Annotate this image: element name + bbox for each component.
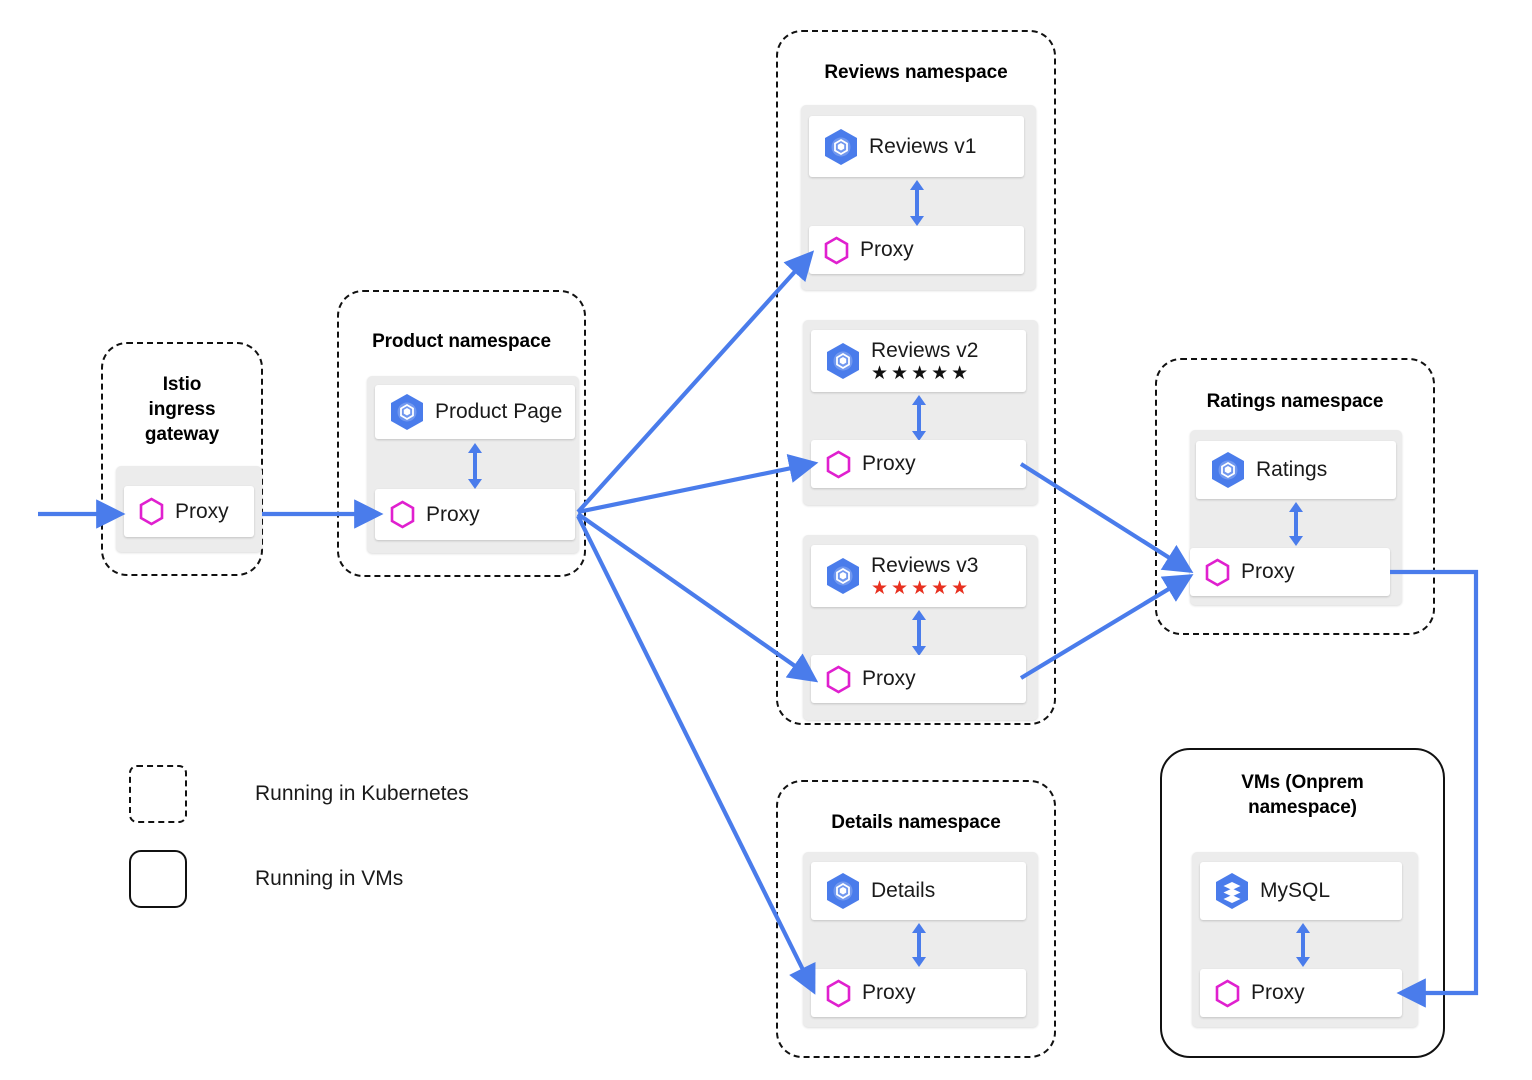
container-mysql[interactable]: MySQL (1200, 862, 1402, 920)
diagram-canvas: Istio ingress gateway Proxy Product name… (0, 0, 1532, 1080)
container-label: Proxy (175, 499, 229, 523)
proxy-hexagon-icon (824, 236, 849, 264)
container-label: Reviews v1 (869, 134, 977, 158)
legend-item-vms: Running in VMs (129, 850, 403, 908)
container-reviews-v3[interactable]: Reviews v3 ★★★★★ (811, 545, 1026, 607)
container-details[interactable]: Details (811, 862, 1026, 920)
proxy-hexagon-icon (390, 500, 415, 529)
legend-label: Running in Kubernetes (255, 782, 469, 805)
link-details-to-proxy (912, 923, 926, 967)
container-label: Product Page (435, 400, 563, 423)
namespace-title-ratings: Ratings namespace (1206, 391, 1384, 412)
vms-title-line-1: VMs (Onprem (1241, 772, 1364, 793)
gateway-title-line-2: ingress (148, 399, 216, 420)
container-label: Details (871, 879, 936, 902)
container-label: Reviews v2 (871, 339, 979, 362)
kubernetes-service-icon (391, 394, 423, 430)
link-reviews-v2-to-proxy (912, 395, 926, 441)
container-product-proxy[interactable]: Proxy (375, 489, 575, 540)
container-reviews-v2[interactable]: Reviews v2 ★★★★★ (811, 330, 1026, 392)
container-reviews-v1-proxy[interactable]: Proxy (809, 226, 1024, 274)
container-details-proxy[interactable]: Proxy (811, 969, 1026, 1017)
container-label: Proxy (1251, 981, 1305, 1004)
proxy-hexagon-icon (139, 497, 164, 526)
namespace-title-product: Product namespace (372, 331, 551, 352)
container-mysql-proxy[interactable]: Proxy (1200, 969, 1402, 1017)
kubernetes-service-icon (825, 128, 857, 165)
container-label: Ratings (1256, 458, 1328, 481)
container-reviews-v3-proxy[interactable]: Proxy (811, 655, 1026, 703)
link-reviews-v3-to-proxy (912, 610, 926, 656)
container-product-page[interactable]: Product Page (375, 385, 575, 439)
link-reviews-v1-to-proxy (910, 180, 924, 226)
container-label: Proxy (860, 238, 914, 261)
rating-stars: ★★★★★ (871, 363, 972, 384)
container-label: Proxy (862, 452, 916, 475)
namespace-title-istio-gateway: Istio ingress gateway (103, 372, 261, 447)
kubernetes-service-icon (1212, 452, 1244, 488)
proxy-hexagon-icon (826, 450, 851, 478)
proxy-hexagon-icon (826, 979, 851, 1007)
kubernetes-service-icon (827, 873, 859, 909)
vms-title-line-2: namespace) (1248, 797, 1357, 818)
namespace-title-vms: VMs (Onprem namespace) (1162, 770, 1443, 820)
container-label: Proxy (862, 667, 916, 690)
proxy-hexagon-icon (1215, 979, 1240, 1007)
proxy-hexagon-icon (826, 665, 851, 693)
legend-item-kubernetes: Running in Kubernetes (129, 765, 469, 823)
kubernetes-service-icon (827, 343, 859, 379)
gateway-title-line-1: Istio (162, 374, 202, 395)
arrow-product-to-reviews-v1 (576, 250, 815, 514)
legend-label: Running in VMs (255, 867, 404, 890)
gateway-title-line-3: gateway (144, 424, 220, 445)
link-ratings-to-proxy (1289, 502, 1303, 546)
container-ratings-proxy[interactable]: Proxy (1190, 548, 1390, 596)
container-label: Proxy (862, 981, 916, 1004)
container-label: Proxy (426, 502, 480, 526)
legend-swatch-solid (129, 850, 187, 908)
namespace-title-details: Details namespace (831, 812, 1001, 833)
container-reviews-v2-proxy[interactable]: Proxy (811, 440, 1026, 488)
container-label: Reviews v3 (871, 554, 979, 577)
rating-stars: ★★★★★ (871, 578, 972, 599)
container-ratings[interactable]: Ratings (1196, 441, 1396, 499)
container-gateway-proxy[interactable]: Proxy (124, 486, 254, 537)
link-productpage-to-proxy (468, 443, 482, 489)
database-layers-icon (1216, 873, 1248, 909)
legend-swatch-dashed (129, 765, 187, 823)
proxy-hexagon-icon (1205, 558, 1230, 586)
container-label: Proxy (1241, 560, 1295, 583)
container-reviews-v1[interactable]: Reviews v1 (809, 116, 1024, 177)
container-label: MySQL (1260, 879, 1331, 902)
kubernetes-service-icon (827, 558, 859, 594)
link-mysql-to-proxy (1296, 923, 1310, 967)
namespace-title-reviews: Reviews namespace (824, 62, 1008, 83)
